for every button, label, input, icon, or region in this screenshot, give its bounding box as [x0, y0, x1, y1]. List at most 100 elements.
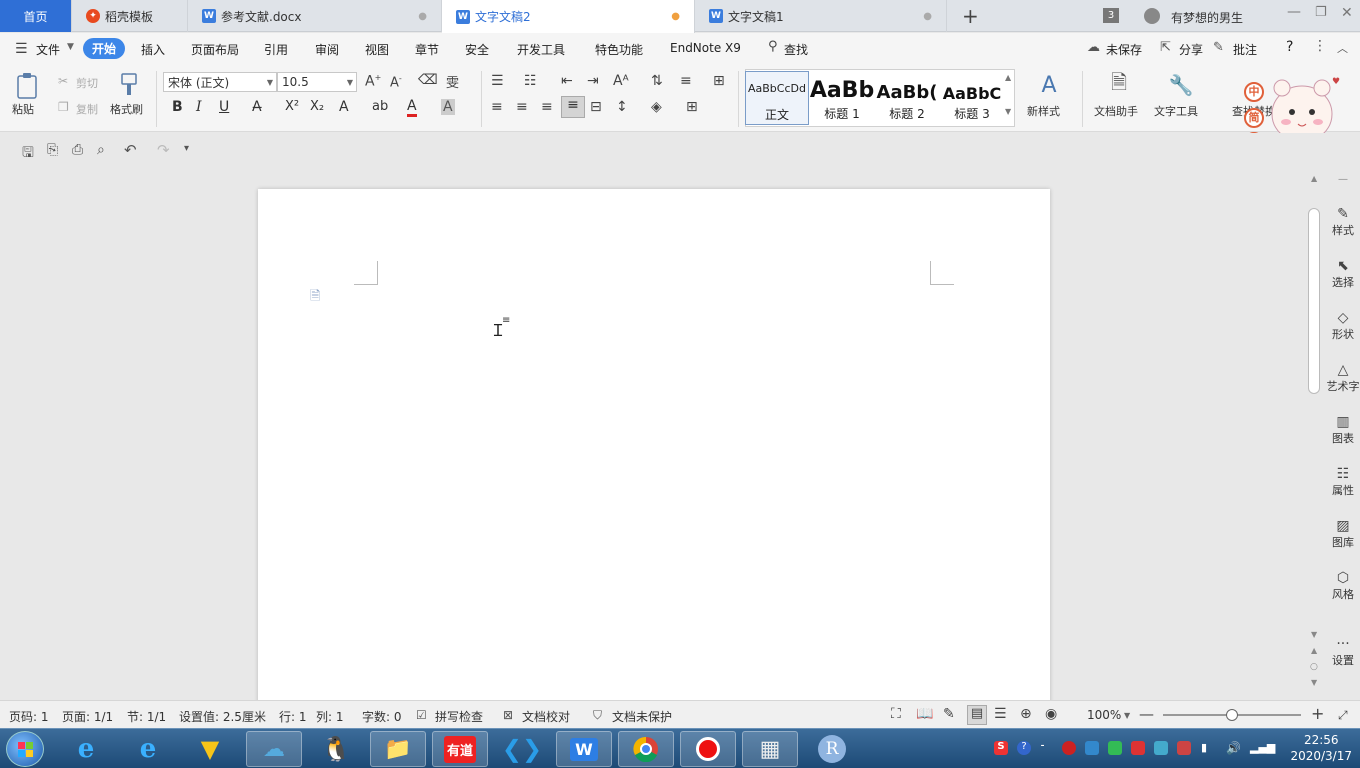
help-button[interactable]: ? [1286, 39, 1293, 55]
menu-security[interactable]: 安全 [465, 41, 489, 58]
spellcheck-button[interactable]: 拼写检查 [435, 708, 483, 725]
outline-view-icon[interactable]: ☰ [994, 706, 1007, 722]
app-tray-icon[interactable] [1131, 741, 1145, 755]
subscript-icon[interactable]: X₂ [310, 99, 324, 114]
help-tray-icon[interactable]: ? [1017, 741, 1031, 755]
screen-tray-icon[interactable] [1154, 741, 1168, 755]
line-spacing-icon[interactable]: ≡ [680, 73, 692, 89]
tab-close-dot-icon[interactable]: ● [418, 11, 427, 22]
format-painter-button[interactable] [116, 71, 142, 99]
italic-button[interactable]: I [196, 99, 202, 115]
menu-file[interactable]: 文件 [36, 41, 60, 58]
comment-button[interactable]: 批注 [1233, 41, 1257, 58]
increase-font-icon[interactable]: A+ [365, 73, 381, 90]
char-shading-icon[interactable]: A [441, 99, 455, 115]
more-icon[interactable]: ⋮ [1313, 38, 1327, 54]
underline-button[interactable]: U [219, 99, 229, 115]
change-case-icon[interactable]: Aᴬ [613, 73, 629, 89]
status-column[interactable]: 列: 1 [316, 708, 344, 725]
style-heading-3[interactable]: AaBbC 标题 3 [940, 71, 1004, 125]
customize-icon[interactable]: ▾ [184, 143, 189, 154]
minimize-icon[interactable]: — [1287, 4, 1301, 20]
zoom-slider[interactable] [1163, 709, 1301, 721]
panel-styles[interactable]: ✎ 样式 [1326, 206, 1360, 238]
new-style-label[interactable]: 新样式 [1027, 103, 1060, 119]
taskbar-recorder[interactable] [680, 731, 736, 767]
justify-icon[interactable]: ≡ [561, 96, 585, 118]
pinyin-icon[interactable]: 雯 [446, 72, 459, 91]
new-style-icon[interactable]: A [1034, 71, 1064, 99]
paragraph-spacing-icon[interactable]: ↕ [616, 99, 628, 115]
distributed-icon[interactable]: ⊟ [590, 99, 602, 115]
menu-references[interactable]: 引用 [264, 41, 288, 58]
panel-properties[interactable]: ☷ 属性 [1326, 466, 1360, 498]
zoom-in-icon[interactable]: + [1311, 704, 1324, 723]
save-icon[interactable]: 🖫 [22, 142, 34, 166]
browse-object-icon[interactable]: ○ [1310, 662, 1318, 672]
scroll-up-icon[interactable]: ▲ [1311, 174, 1317, 183]
text-effect-icon[interactable]: A [339, 99, 349, 115]
scroll-down-icon[interactable]: ▼ [1005, 107, 1011, 116]
status-setting-value[interactable]: 设置值: 2.5厘米 [179, 708, 266, 725]
taskbar-app-triangle[interactable]: ▼ [182, 731, 238, 767]
play-tray-icon[interactable] [1108, 741, 1122, 755]
taskbar-calculator[interactable]: ▦ [742, 731, 798, 767]
style-heading-1[interactable]: AaBb 标题 1 [810, 71, 874, 125]
menu-start[interactable]: 开始 [83, 38, 126, 59]
indent-icon[interactable]: ⇥ [587, 73, 599, 89]
prev-page-icon[interactable]: ▲ [1311, 646, 1317, 655]
cut-label[interactable]: 剪切 [76, 75, 98, 91]
tab-doc-1[interactable]: W 文字文稿1 ● [695, 0, 947, 32]
style-heading-2[interactable]: AaBb( 标题 2 [875, 71, 939, 125]
record-tray-icon[interactable] [1062, 741, 1076, 755]
redo-icon[interactable]: ↷ [157, 141, 170, 159]
unsaved-button[interactable]: 未保存 [1106, 41, 1142, 58]
numbered-list-icon[interactable]: ☷ [524, 73, 537, 89]
zoom-out-icon[interactable]: — [1139, 705, 1154, 723]
tab-daoke[interactable]: ✦ 稻壳模板 [72, 0, 188, 32]
table-icon[interactable]: ⊞ [713, 73, 725, 89]
strikethrough-icon[interactable]: A̶ [252, 99, 262, 115]
web-view-icon[interactable]: ⊕ [1020, 706, 1032, 722]
paste-label[interactable]: 粘贴 [12, 101, 34, 117]
border-icon[interactable]: ⊞ [686, 99, 698, 115]
taskbar-ie-1[interactable]: e [58, 731, 114, 767]
new-tab-button[interactable]: + [962, 4, 979, 28]
chevron-up-icon[interactable]: ︿ [1337, 40, 1348, 56]
taskbar-explorer[interactable]: 📁 [370, 731, 426, 767]
wrench-icon[interactable]: 🔧 [1168, 71, 1194, 99]
status-pages[interactable]: 页面: 1/1 [62, 708, 113, 725]
volume-icon[interactable]: 🔊 [1226, 741, 1241, 755]
restore-icon[interactable]: ❐ [1315, 5, 1327, 20]
decrease-font-icon[interactable]: A- [390, 74, 402, 90]
network-icon[interactable]: ▂▄▆ [1250, 741, 1275, 755]
bold-button[interactable]: B [172, 99, 183, 115]
panel-settings[interactable]: ··· 设置 [1326, 636, 1360, 668]
sogou-ime-icon[interactable]: S [994, 741, 1008, 755]
text-tools-label[interactable]: 文字工具 [1154, 103, 1198, 119]
panel-select[interactable]: ⬉ 选择 [1326, 258, 1360, 290]
taskbar-chrome[interactable] [618, 731, 674, 767]
align-right-icon[interactable]: ≡ [541, 99, 553, 115]
status-page[interactable]: 页码: 1 [9, 708, 49, 725]
doc-assistant-icon[interactable]: 🗎 [1106, 70, 1132, 99]
scroll-thumb[interactable] [1308, 208, 1320, 394]
device-tray-icon[interactable]: ▮ [1201, 741, 1215, 755]
font-size-select[interactable]: 10.5 ▼ [277, 72, 357, 92]
status-section[interactable]: 节: 1/1 [127, 708, 166, 725]
scroll-down-icon[interactable]: ▼ [1311, 630, 1317, 639]
taskbar-vscode[interactable]: ❮❯ [494, 731, 550, 767]
export-icon[interactable]: ⎘ [47, 142, 58, 158]
write-mode-icon[interactable]: ✎ [943, 706, 955, 722]
sort-icon[interactable]: ⇅ [651, 73, 663, 89]
tab-close-dot-icon[interactable]: ● [923, 11, 932, 22]
bullet-list-icon[interactable]: ☰ [491, 73, 504, 89]
panel-gallery[interactable]: ▨ 图库 [1326, 518, 1360, 550]
font-color-icon[interactable]: A [407, 98, 417, 117]
paragraph-menu-icon[interactable]: 🗎 [310, 287, 320, 309]
menu-review[interactable]: 审阅 [315, 41, 339, 58]
taskbar-youdao[interactable]: 有道 [432, 731, 488, 767]
tab-home[interactable]: 首页 [0, 0, 72, 32]
menu-page-layout[interactable]: 页面布局 [191, 41, 239, 58]
print-preview-icon[interactable]: ⌕ [97, 142, 105, 158]
